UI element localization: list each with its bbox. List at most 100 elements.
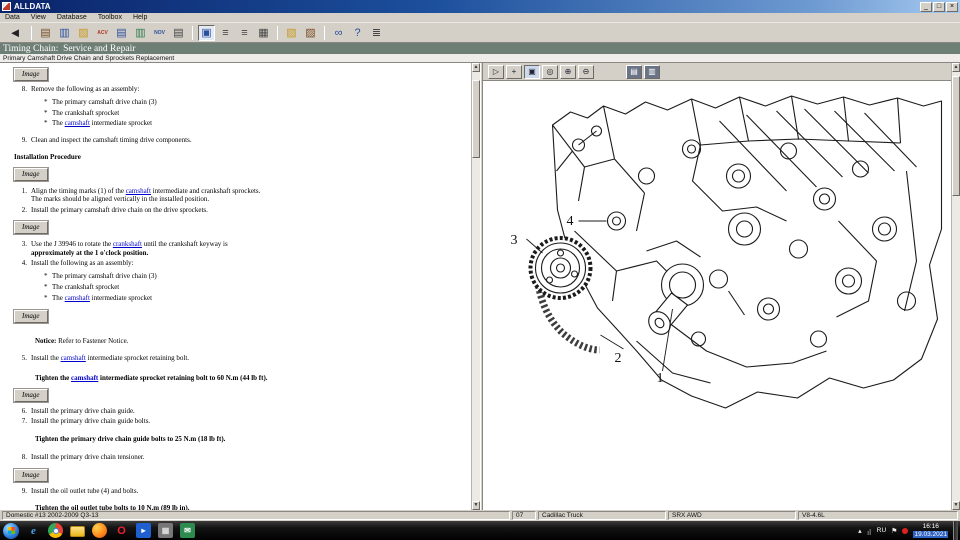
main-toolbar: ◄ ▤ ▥ ▨ ACV ▤ ▥ NOV ▤ ▣ ≡ ≡ ▦ ▧ ▨ ∞ ? ≣ <box>0 23 960 43</box>
page-subtitle: Primary Camshaft Drive Chain and Sprocke… <box>0 54 960 63</box>
taskbar-explorer-icon[interactable] <box>70 526 85 537</box>
menu-view[interactable]: View <box>31 14 46 21</box>
close-button[interactable]: × <box>946 2 958 12</box>
article-icon[interactable]: ▤ <box>113 25 130 41</box>
step-text: Install the primary drive chain tensione… <box>31 453 465 462</box>
action-center-flag-icon[interactable]: ⚑ <box>891 527 897 535</box>
repair-book-icon[interactable]: ▤ <box>37 25 54 41</box>
zoom-window-icon[interactable]: ▣ <box>524 65 540 79</box>
camshaft-link[interactable]: camshaft <box>61 354 86 362</box>
zoom-select-icon[interactable]: ▷ <box>488 65 504 79</box>
image-pane: ▷ + ▣ ◎ ⊕ ⊖ ▤ ▥ <box>483 63 951 510</box>
tray-date: 19.03.2021 <box>913 531 948 538</box>
menu-toolbox[interactable]: Toolbox <box>98 14 122 21</box>
link-icon[interactable]: ∞ <box>330 25 347 41</box>
scroll-up-icon[interactable]: ▲ <box>472 63 480 72</box>
engine-diagram: 3 4 2 1 <box>483 81 951 510</box>
acv-logo-icon[interactable]: ACV <box>94 25 111 41</box>
taskbar-opera-icon[interactable]: O <box>114 523 129 538</box>
show-desktop-button[interactable] <box>953 521 958 540</box>
taskbar-media-player-icon[interactable]: ▸ <box>136 523 151 538</box>
clipboard-icon[interactable]: ▧ <box>283 25 300 41</box>
image-frame-icon[interactable]: ▣ <box>198 25 215 41</box>
parts-icon[interactable]: ▨ <box>302 25 319 41</box>
camshaft-link[interactable]: camshaft <box>65 294 90 302</box>
step: 5. Install the camshaft intermediate spr… <box>14 354 465 363</box>
step-number: 5. <box>14 354 31 363</box>
align-right-icon[interactable]: ≡ <box>236 25 253 41</box>
minimize-button[interactable]: _ <box>920 2 932 12</box>
step: 1. Align the timing marks (1) of the cam… <box>14 187 465 205</box>
list-item: *The primary camshaft drive chain (3) <box>44 98 465 107</box>
scroll-track[interactable] <box>472 72 480 501</box>
align-left-icon[interactable]: ≡ <box>217 25 234 41</box>
step-number: 4. <box>14 259 31 268</box>
scroll-thumb[interactable] <box>952 76 960 196</box>
diagram-canvas[interactable]: 3 4 2 1 <box>483 81 951 510</box>
list-item: *The camshaft intermediate sprocket <box>44 119 465 128</box>
step-text: Install the following as an assembly: <box>31 259 465 268</box>
notice: Notice: Refer to Fastener Notice. <box>35 337 465 346</box>
estimator-book-icon[interactable]: ▥ <box>56 25 73 41</box>
crankshaft-link[interactable]: crankshaft <box>113 240 142 248</box>
article-scrollbar[interactable]: ▲ ▼ <box>471 63 480 510</box>
scroll-up-icon[interactable]: ▲ <box>952 63 960 72</box>
step-number: 8. <box>14 453 31 462</box>
section-heading: Installation Procedure <box>14 153 465 162</box>
scroll-track[interactable] <box>952 72 960 501</box>
image-button[interactable]: Image <box>14 68 48 81</box>
camshaft-link[interactable]: camshaft <box>65 119 90 127</box>
zoom-dynamic-icon[interactable]: ◎ <box>542 65 558 79</box>
camshaft-link[interactable]: camshaft <box>126 187 151 195</box>
taskbar-firefox-icon[interactable] <box>92 523 107 538</box>
hidden-icons-arrow-icon[interactable]: ▴ <box>858 527 862 535</box>
start-button[interactable] <box>3 523 19 539</box>
taskbar-control-panel-icon[interactable]: ▦ <box>158 523 173 538</box>
diagrams-icon[interactable]: ▥ <box>132 25 149 41</box>
window-title: ALLDATA <box>14 2 51 11</box>
taskbar-chrome-icon[interactable] <box>48 523 63 538</box>
torque-spec: Tighten the camshaft intermediate sprock… <box>35 374 465 383</box>
alert-icon[interactable] <box>902 528 908 534</box>
status-make: Cadillac Truck <box>538 511 666 520</box>
fit-page-icon[interactable]: ▤ <box>626 65 642 79</box>
language-indicator[interactable]: RU <box>877 527 886 534</box>
image-button[interactable]: Image <box>14 310 48 323</box>
camshaft-link[interactable]: camshaft <box>71 374 98 382</box>
zoom-out-icon[interactable]: ⊖ <box>578 65 594 79</box>
image-button[interactable]: Image <box>14 221 48 234</box>
image-button[interactable]: Image <box>14 168 48 181</box>
app-icon <box>2 2 11 11</box>
step-text: Align the timing marks (1) of the camsha… <box>31 187 465 205</box>
image-button[interactable]: Image <box>14 469 48 482</box>
scroll-down-icon[interactable]: ▼ <box>952 501 960 510</box>
step-number: 2. <box>14 206 31 215</box>
image-scrollbar[interactable]: ▲ ▼ <box>951 63 960 510</box>
taskbar-mail-icon[interactable]: ✉ <box>180 523 195 538</box>
notes-icon[interactable]: ▤ <box>170 25 187 41</box>
maximize-button[interactable]: □ <box>933 2 945 12</box>
scroll-thumb[interactable] <box>472 80 480 158</box>
menu-help[interactable]: Help <box>133 14 147 21</box>
step-text: Remove the following as an assembly: <box>31 85 465 94</box>
nov-logo-icon[interactable]: NOV <box>151 25 168 41</box>
titlebar: ALLDATA _ □ × <box>0 0 960 13</box>
actual-size-icon[interactable]: ▥ <box>644 65 660 79</box>
step: 4. Install the following as an assembly: <box>14 259 465 268</box>
network-icon[interactable]: ⣴ <box>867 527 872 535</box>
menu-data[interactable]: Data <box>5 14 20 21</box>
zoom-in-icon[interactable]: ⊕ <box>560 65 576 79</box>
step-text: Install the oil outlet tube (4) and bolt… <box>31 487 465 496</box>
clock[interactable]: 16:16 19.03.2021 <box>913 523 948 538</box>
step: 9. Install the oil outlet tube (4) and b… <box>14 487 465 496</box>
vehicle-folder-icon[interactable]: ▨ <box>75 25 92 41</box>
print-icon[interactable]: ≣ <box>368 25 385 41</box>
pan-icon[interactable]: + <box>506 65 522 79</box>
help-icon[interactable]: ? <box>349 25 366 41</box>
scroll-down-icon[interactable]: ▼ <box>472 501 480 510</box>
menu-database[interactable]: Database <box>57 14 87 21</box>
back-icon[interactable]: ◄ <box>4 25 26 41</box>
image-button[interactable]: Image <box>14 389 48 402</box>
taskbar-internet-explorer-icon[interactable]: e <box>26 523 41 538</box>
table-icon[interactable]: ▦ <box>255 25 272 41</box>
